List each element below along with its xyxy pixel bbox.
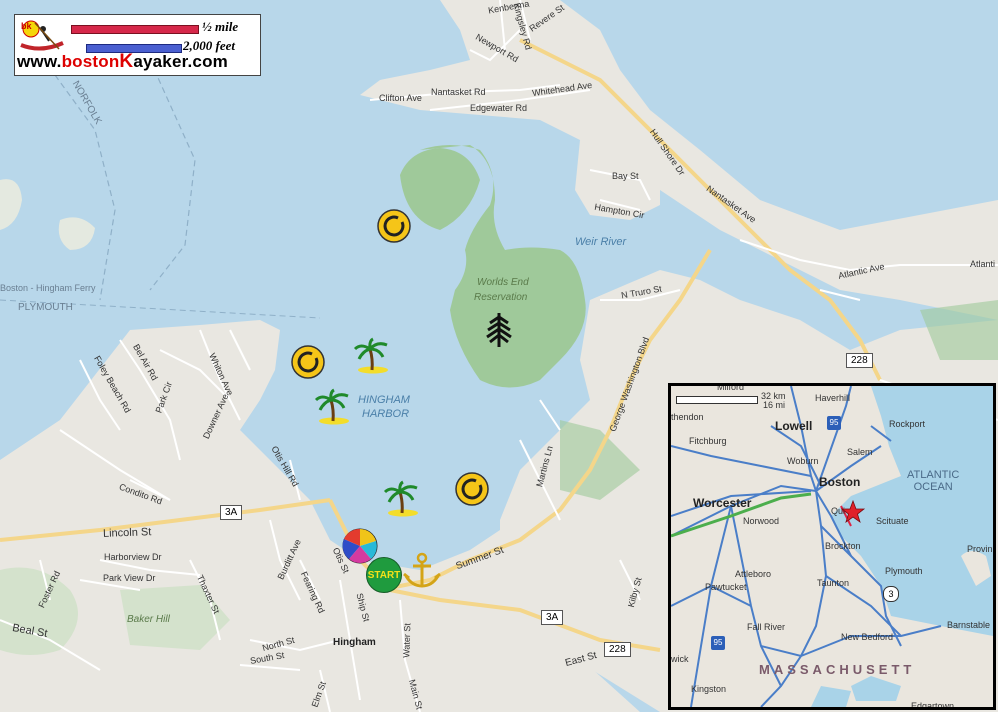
route-228-shield-south: 228 (604, 642, 631, 657)
ferry-route-label: Boston - Hingham Ferry (0, 283, 96, 293)
palm-tree-icon[interactable] (383, 480, 421, 518)
inset-city-scituate: Scituate (876, 516, 909, 526)
inset-city-worcester: Worcester (693, 496, 752, 510)
inset-state-label: MASSACHUSETT (759, 662, 916, 677)
inset-city-barnstable: Barnstable (947, 620, 991, 630)
inset-city-boston: Boston (819, 475, 861, 489)
inset-city-rockport: Rockport (889, 419, 926, 429)
route-228-shield-north: 228 (846, 353, 873, 368)
hingham-harbor-label-1: HINGHAM (358, 394, 410, 406)
inset-route-3-shield: 3 (883, 586, 899, 602)
inset-city-kingston: Kingston (691, 684, 727, 694)
inset-city-methuen: thendon (671, 412, 704, 422)
map-legend: bk ½ mile 2,000 feet www.bostonKayaker.c… (14, 14, 261, 76)
inset-i95-north-shield: 95 (827, 416, 841, 430)
regional-inset-map[interactable]: 32 km 16 mi Milford thendon Haverhill Lo… (668, 383, 996, 710)
inset-city-milford: Milford (717, 383, 745, 392)
street-park-view-dr: Park View Dr (103, 573, 156, 583)
mile-scale-label: ½ mile (202, 19, 239, 34)
inset-ocean-label: ATLANTIC OCEAN (907, 469, 960, 493)
inset-city-salem: Salem (847, 447, 873, 457)
street-edgewater-rd: Edgewater Rd (470, 103, 528, 113)
location-star-icon[interactable] (841, 500, 865, 524)
inset-city-plymouth: Plymouth (885, 566, 923, 576)
county-label-plymouth: PLYMOUTH (18, 302, 73, 313)
street-nantasket-rd: Nantasket Rd (431, 87, 486, 97)
baker-hill-label: Baker Hill (127, 614, 170, 625)
route-3a-shield-west: 3A (220, 505, 243, 520)
palm-tree-icon[interactable] (314, 388, 352, 426)
hingham-harbor-label-2: HARBOR (362, 408, 410, 420)
inset-city-provincetown: Provin (967, 544, 993, 554)
inset-scale-mi: 16 mi (763, 400, 786, 410)
inset-city-warwick: wick (671, 654, 689, 664)
street-lincoln-st: Lincoln St (102, 526, 152, 540)
mooring-icon[interactable] (454, 471, 490, 507)
inset-city-lowell: Lowell (775, 419, 813, 433)
logo-badge-text: bk (21, 21, 32, 31)
inset-city-edgartown: Edgartown (911, 701, 955, 710)
inset-city-taunton: Taunton (817, 578, 850, 588)
website-label[interactable]: www.bostonKayaker.com (17, 51, 228, 73)
inset-city-pawtucket: Pawtucket (705, 582, 747, 592)
kayak-route-map[interactable]: NORFOLK PLYMOUTH Boston - Hingham Ferry … (0, 0, 998, 712)
street-atlantic-ave-2: Atlanti (970, 259, 996, 269)
mooring-icon[interactable] (376, 208, 412, 244)
start-icon[interactable]: START (366, 557, 402, 593)
worlds-end-label-2: Reservation (474, 292, 528, 303)
street-water-st: Water St (401, 622, 413, 658)
inset-city-brockton: Brockton (825, 541, 861, 551)
mooring-icon[interactable] (290, 344, 326, 380)
mile-scale-bar (71, 25, 199, 34)
palm-tree-icon[interactable] (353, 337, 391, 375)
inset-city-fall-river: Fall River (747, 622, 786, 632)
street-clifton-ave: Clifton Ave (379, 93, 422, 103)
route-3a-shield-south: 3A (541, 610, 564, 625)
hingham-town-label: Hingham (333, 637, 376, 648)
inset-scale-bar (676, 396, 758, 404)
inset-city-attleboro: Attleboro (735, 569, 772, 579)
inset-city-haverhill: Haverhill (815, 393, 851, 403)
tree-icon[interactable] (482, 311, 516, 349)
inset-city-new-bedford: New Bedford (841, 632, 894, 642)
anchor-icon[interactable] (402, 552, 442, 590)
street-harborview-dr: Harborview Dr (104, 552, 162, 562)
inset-city-norwood: Norwood (743, 516, 780, 526)
inset-i95-south-shield: 95 (711, 636, 725, 650)
inset-city-woburn: Woburn (787, 456, 819, 466)
worlds-end-label-1: Worlds End (477, 277, 529, 288)
weir-river-label: Weir River (575, 236, 627, 248)
inset-city-fitchburg: Fitchburg (689, 436, 727, 446)
street-bay-st: Bay St (612, 171, 639, 181)
